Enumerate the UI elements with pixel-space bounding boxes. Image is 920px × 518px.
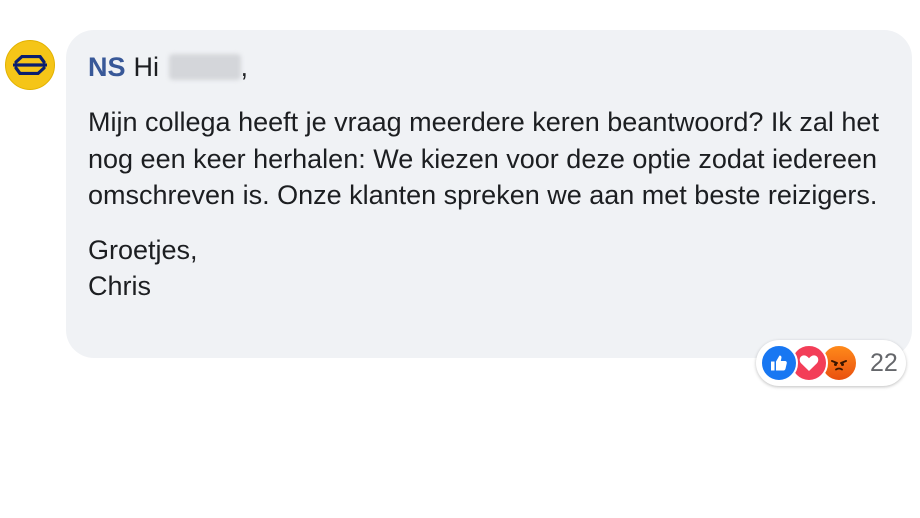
- reactions-summary[interactable]: 22: [756, 340, 906, 386]
- signoff-line-2: Chris: [88, 271, 152, 301]
- greeting-comma: ,: [240, 52, 249, 82]
- comment-body: Mijn collega heeft je vraag meerdere ker…: [88, 107, 879, 210]
- comment-bubble: NS Hi , Mijn collega heeft je vraag meerd…: [66, 30, 912, 358]
- comment-signoff: Groetjes, Chris: [88, 232, 888, 305]
- comment-header: NS Hi ,: [88, 50, 888, 84]
- reaction-count[interactable]: 22: [870, 349, 898, 378]
- signoff-line-1: Groetjes,: [88, 234, 198, 265]
- ns-logo-icon: [13, 55, 47, 75]
- greeting-word: Hi: [133, 52, 160, 82]
- redacted-name: [168, 54, 241, 80]
- like-icon: [760, 344, 798, 382]
- comment-author[interactable]: NS: [88, 52, 126, 82]
- avatar[interactable]: [5, 40, 55, 90]
